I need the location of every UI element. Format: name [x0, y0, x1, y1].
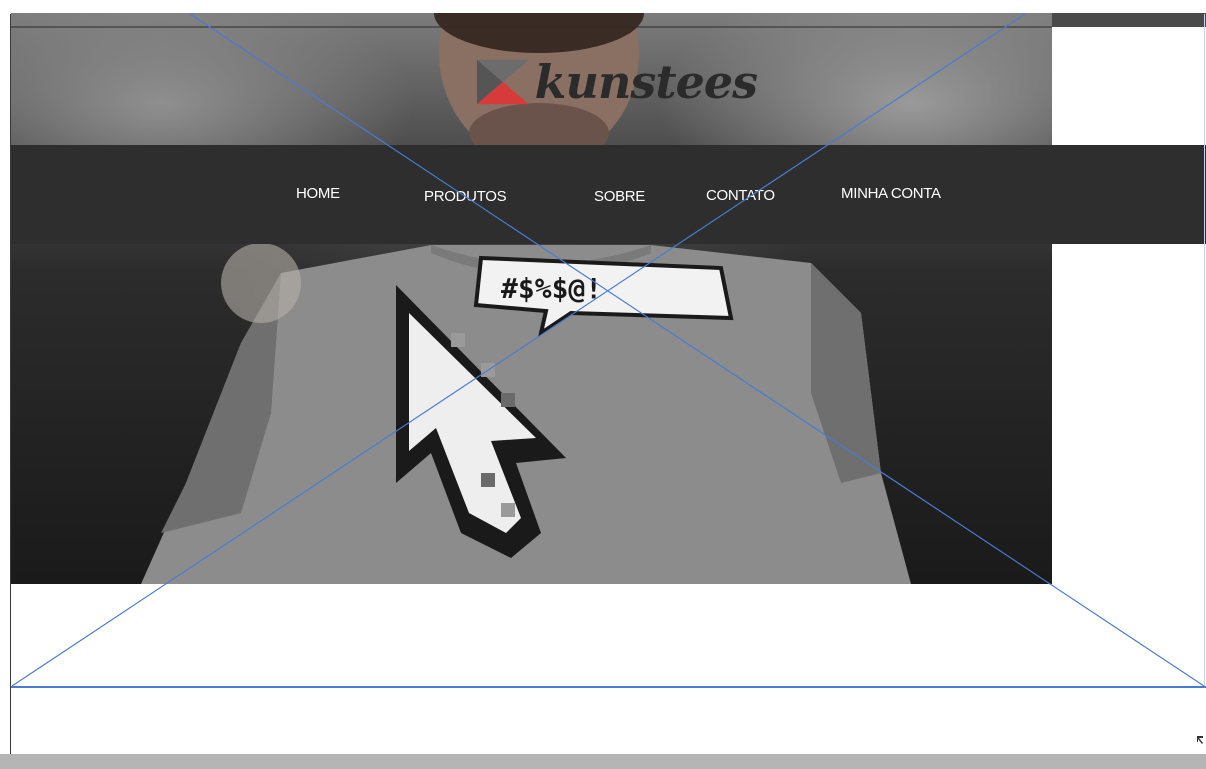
nav-item-sobre[interactable]: SOBRE	[594, 188, 645, 205]
resize-handle-icon[interactable]	[1196, 735, 1204, 745]
nav-item-minha-conta[interactable]: MINHA CONTA	[841, 185, 941, 202]
brand-logo[interactable]: kunstees	[477, 52, 758, 112]
hero-image: #$%$@! kunstees	[11, 13, 1052, 584]
kunstees-logo-mark-icon	[477, 59, 529, 105]
logo-text: kunstees	[534, 55, 758, 109]
canvas-top-edge	[0, 0, 1206, 12]
shirt-bubble-text: #$%$@!	[501, 272, 602, 305]
design-canvas: #$%$@! kunstees HOME PRODUTOS SOBRE CONT…	[0, 0, 1206, 769]
top-right-bar	[1052, 13, 1206, 27]
bottom-scroll-bar[interactable]	[0, 754, 1206, 769]
right-guide-line	[1204, 14, 1205, 688]
nav-item-contato[interactable]: CONTATO	[706, 187, 775, 204]
selection-bottom-border	[11, 686, 1206, 688]
main-navbar: HOME PRODUTOS SOBRE CONTATO MINHA CONTA	[11, 145, 1206, 244]
left-guide-line	[10, 14, 11, 754]
nav-item-home[interactable]: HOME	[296, 185, 340, 202]
nav-item-produtos[interactable]: PRODUTOS	[424, 188, 507, 205]
